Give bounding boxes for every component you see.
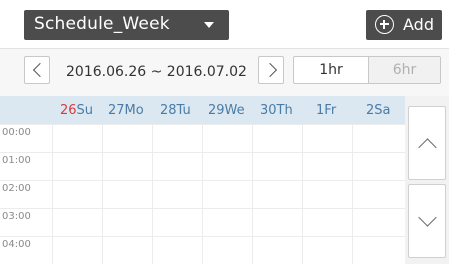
day-number: 28 <box>160 103 177 118</box>
day-number: 26 <box>60 103 77 118</box>
add-circle-icon <box>375 15 394 34</box>
zoom-1hr-button[interactable]: 1hr <box>294 57 368 83</box>
time-label: 02:00 <box>2 183 31 194</box>
view-select-label: Schedule_Week <box>34 14 170 34</box>
toolbar: Schedule_Week Add <box>0 0 449 48</box>
add-button[interactable]: Add <box>366 10 442 40</box>
hour-line <box>0 124 405 125</box>
grid-column-line <box>152 124 153 264</box>
grid-column-line <box>252 124 253 264</box>
day-name: Mo <box>124 103 144 118</box>
day-name: Fr <box>324 103 337 118</box>
day-number: 30 <box>260 103 277 118</box>
day-name: Su <box>76 103 94 118</box>
day-header-monday[interactable]: 27Mo <box>108 103 144 118</box>
chevron-down-icon <box>204 22 214 28</box>
grid-column-line <box>52 124 53 264</box>
day-header-wednesday[interactable]: 29We <box>208 103 245 118</box>
grid-column-line <box>352 124 353 264</box>
scroll-panel <box>405 96 449 264</box>
zoom-6hr-button[interactable]: 6hr <box>368 57 440 83</box>
date-range-label: 2016.06.26 ~ 2016.07.02 <box>66 64 247 80</box>
hour-line <box>0 236 405 237</box>
add-button-label: Add <box>403 15 434 34</box>
hour-line <box>0 180 405 181</box>
time-label: 00:00 <box>2 127 31 138</box>
day-header-tuesday[interactable]: 28Tu <box>160 103 191 118</box>
chevron-up-icon <box>418 138 437 157</box>
day-name: Th <box>276 103 293 118</box>
day-number: 29 <box>208 103 225 118</box>
hour-line <box>0 208 405 209</box>
day-header-saturday[interactable]: 2Sa <box>366 103 391 118</box>
grid-column-line <box>202 124 203 264</box>
day-name: Tu <box>176 103 191 118</box>
time-label: 03:00 <box>2 211 31 222</box>
hour-line <box>0 152 405 153</box>
zoom-toggle: 1hr 6hr <box>293 56 441 84</box>
date-navigation: 2016.06.26 ~ 2016.07.02 1hr 6hr <box>0 48 449 96</box>
day-number: 27 <box>108 103 125 118</box>
day-header-thursday[interactable]: 30Th <box>260 103 293 118</box>
chevron-right-icon <box>262 62 278 78</box>
grid-column-line <box>102 124 103 264</box>
day-name: We <box>224 103 245 118</box>
prev-week-button[interactable] <box>24 56 50 84</box>
view-select[interactable]: Schedule_Week <box>24 10 229 40</box>
scroll-down-button[interactable] <box>408 184 446 258</box>
week-header: 26Su 27Mo 28Tu 29We 30Th 1Fr 2Sa <box>0 96 405 124</box>
day-header-friday[interactable]: 1Fr <box>316 103 336 118</box>
schedule-grid[interactable]: 00:00 01:00 02:00 03:00 04:00 <box>0 124 405 264</box>
day-name: Sa <box>374 103 391 118</box>
day-header-sunday[interactable]: 26Su <box>60 103 93 118</box>
time-label: 01:00 <box>2 155 31 166</box>
chevron-left-icon <box>32 62 48 78</box>
grid-column-line <box>302 124 303 264</box>
time-label: 04:00 <box>2 239 31 250</box>
chevron-down-scroll-icon <box>418 208 437 227</box>
next-week-button[interactable] <box>258 56 284 84</box>
scroll-up-button[interactable] <box>408 106 446 180</box>
